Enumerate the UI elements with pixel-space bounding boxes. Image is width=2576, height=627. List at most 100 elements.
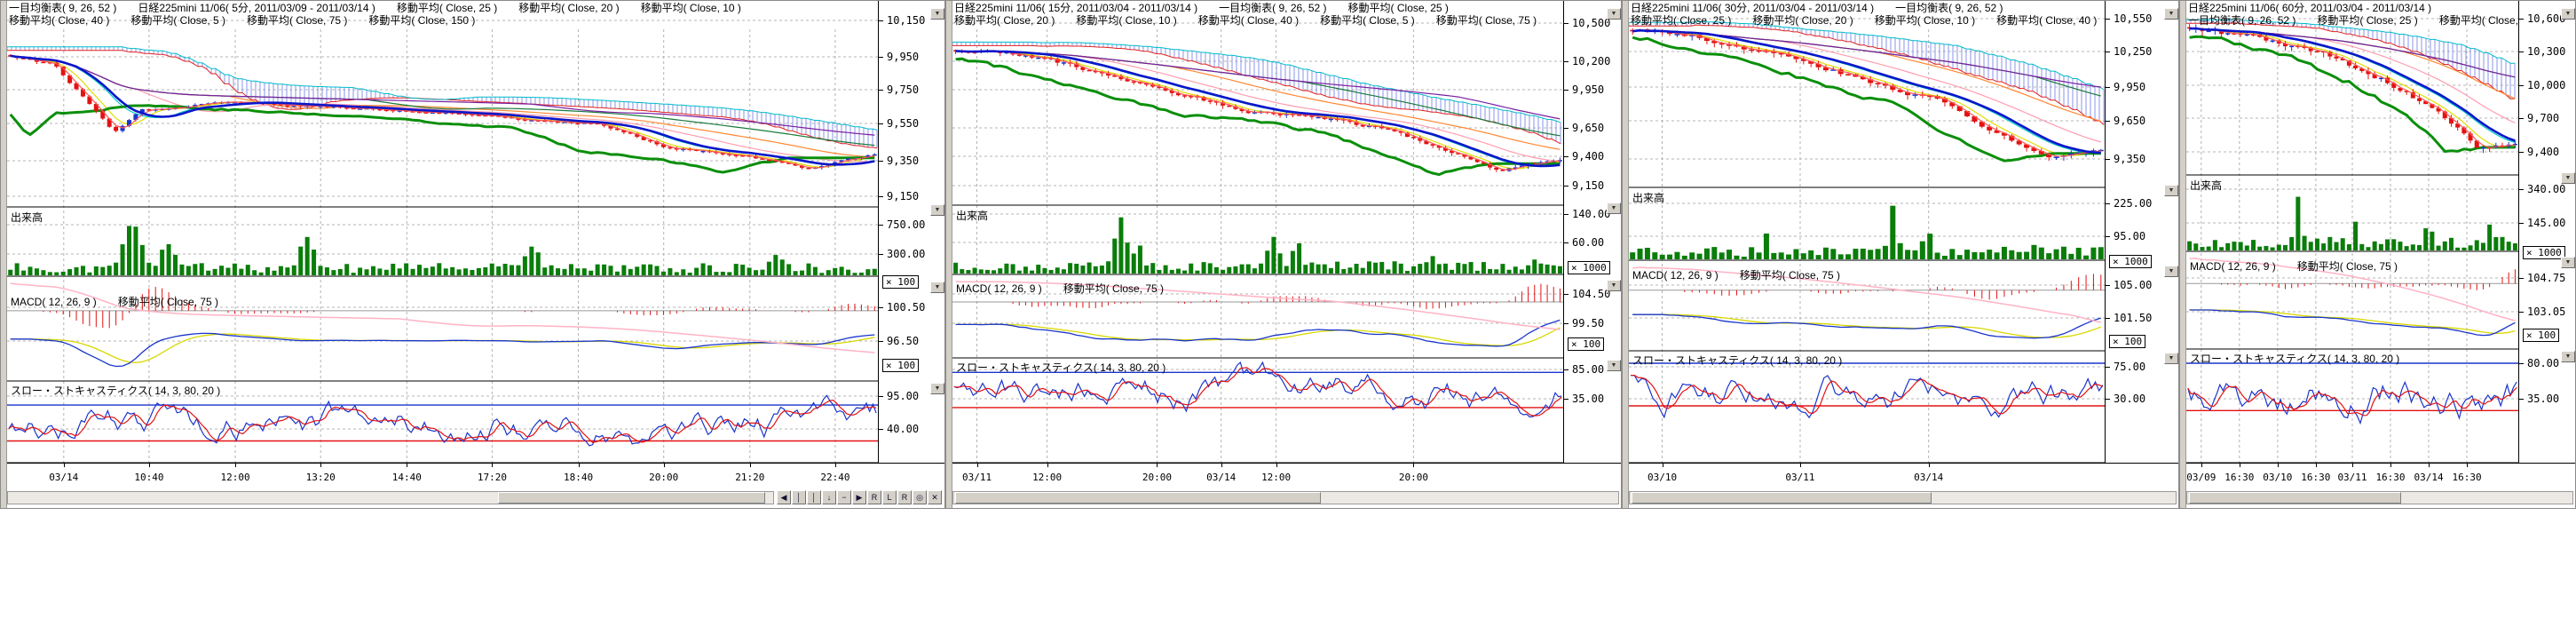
arrow-down-button[interactable]: ↓ <box>822 490 836 504</box>
chevron-down-icon: ▼ <box>2169 11 2175 17</box>
scrollbar-thumb[interactable] <box>955 492 1321 504</box>
pane-scale-dropdown-button[interactable]: ▼ <box>1607 360 1621 371</box>
pane-scale-dropdown-button[interactable]: ▼ <box>2164 185 2178 196</box>
chart-canvas <box>952 1 1563 463</box>
y-axis-tick-mark <box>2106 159 2110 160</box>
chart-legend-line2: 移動平均( Close, 25 ) 移動平均( Close, 20 ) 移動平均… <box>1631 14 2108 27</box>
time-axis-label: 03/11 <box>962 472 992 483</box>
y-axis-tick-label: 100.50 <box>887 301 925 314</box>
window-left-edge <box>1 1 7 508</box>
scrollbar-thumb[interactable] <box>1632 492 1932 504</box>
horizontal-scrollbar[interactable] <box>2186 491 2573 504</box>
time-axis-tick-mark <box>1221 464 1222 467</box>
y-axis-tick-label: 85.00 <box>1572 363 1604 376</box>
chart-legend-line2: 移動平均( Close, 40 ) 移動平均( Close, 5 ) 移動平均(… <box>9 14 881 27</box>
y-axis-tick-mark <box>2519 278 2524 279</box>
y-axis-tick-mark <box>879 123 883 124</box>
horizontal-scrollbar[interactable] <box>1629 491 2177 504</box>
time-axis-tick-mark <box>235 464 236 467</box>
time-axis-label: 16:30 <box>2301 472 2330 483</box>
pane-scale-dropdown-button[interactable]: ▼ <box>2561 257 2575 268</box>
chevron-down-icon: ▼ <box>1611 205 1617 211</box>
scrollbar-thumb[interactable] <box>498 492 766 504</box>
mode-r2-button[interactable]: R <box>897 490 912 504</box>
pan-right-button[interactable]: ▶ <box>852 490 866 504</box>
y-axis-tick-mark <box>2106 121 2110 122</box>
y-axis-tick-mark <box>2519 189 2524 190</box>
time-axis-label: 17:20 <box>478 472 507 483</box>
time-axis-tick-mark <box>2201 464 2202 467</box>
pane-scale-dropdown-button[interactable]: ▼ <box>930 383 944 394</box>
time-axis-tick-mark <box>2390 464 2391 467</box>
y-axis-tick-label: 101.50 <box>2114 312 2152 324</box>
chart-legend-line1: 日経225mini 11/06( 15分, 2011/03/04 - 2011/… <box>954 2 1581 14</box>
pane-scale-dropdown-button[interactable]: ▼ <box>2561 8 2575 20</box>
y-axis-tick-label: 10,300 <box>2527 45 2565 58</box>
pane-scale-dropdown-button[interactable]: ▼ <box>2164 8 2178 20</box>
pane-scale-dropdown-button[interactable]: ▼ <box>930 8 944 20</box>
pane-scale-dropdown-button[interactable]: ▼ <box>2164 353 2178 364</box>
pane-scale-dropdown-button[interactable]: ▼ <box>2561 351 2575 362</box>
window-left-edge <box>2180 1 2186 508</box>
y-axis-tick-label: 35.00 <box>1572 393 1604 405</box>
chart-legend: 日経225mini 11/06( 30分, 2011/03/04 - 2011/… <box>1631 2 2108 27</box>
y-axis-tick-mark <box>879 90 883 91</box>
pane-scale-dropdown-button[interactable]: ▼ <box>1607 280 1621 291</box>
y-axis-tick-label: 95.00 <box>2114 230 2145 242</box>
y-axis-tick-label: 9,650 <box>2114 115 2145 127</box>
macd-pane-label: MACD( 12, 26, 9 ) 移動平均( Close, 75 ) <box>2190 258 2398 274</box>
mode-l-button[interactable]: L <box>882 490 897 504</box>
y-axis: 10,50010,2009,9509,6509,4009,150140.0060… <box>1563 1 1622 463</box>
mode-r-button[interactable]: R <box>867 490 881 504</box>
chart-window-1: 一目均衡表( 9, 26, 52 ) 日経225mini 11/06( 5分, … <box>0 0 945 509</box>
y-axis-tick-label: 9,650 <box>1572 122 1604 134</box>
scrollbar-thumb[interactable] <box>2189 492 2401 504</box>
chart-window-4: 日経225mini 11/06( 60分, 2011/03/04 - 2011/… <box>2179 0 2576 509</box>
pane-scale-dropdown-button[interactable]: ▼ <box>930 204 944 216</box>
y-axis-tick-mark <box>2519 118 2524 119</box>
y-axis-tick-mark <box>879 225 883 226</box>
chart-legend: 一目均衡表( 9, 26, 52 ) 日経225mini 11/06( 5分, … <box>9 2 881 27</box>
time-axis-tick-mark <box>664 464 665 467</box>
macd-pane-label: MACD( 12, 26, 9 ) 移動平均( Close, 75 ) <box>956 281 1164 296</box>
pane-scale-dropdown-button[interactable]: ▼ <box>1607 202 1621 214</box>
desktop: { "icons": { "dropdown": "▼" }, "panels"… <box>0 0 2576 627</box>
y-axis-tick-mark <box>2519 363 2524 364</box>
macd-pane-label: MACD( 12, 26, 9 ) 移動平均( Close, 75 ) <box>11 294 218 309</box>
pane-scale-dropdown-button[interactable]: ▼ <box>1607 8 1621 20</box>
y-axis-tick-label: 10,250 <box>2114 45 2152 58</box>
bar-marker-button[interactable]: │ <box>792 490 806 504</box>
time-axis-tick-mark <box>2352 464 2353 467</box>
pane-scale-dropdown-button[interactable]: ▼ <box>2164 266 2178 277</box>
pan-left-button[interactable]: ◀ <box>777 490 791 504</box>
y-axis-tick-label: 140.00 <box>1572 208 1610 220</box>
y-axis-tick-label: 225.00 <box>2114 197 2152 210</box>
target-button[interactable]: ◎ <box>913 490 927 504</box>
y-axis-tick-label: 40.00 <box>887 423 919 435</box>
y-axis-tick-mark <box>1564 399 1569 400</box>
time-axis-tick-mark <box>1800 464 1801 467</box>
stoch-pane-label: スロー・ストキャスティクス( 14, 3, 80, 20 ) <box>11 383 220 398</box>
time-axis-tick-mark <box>835 464 836 467</box>
y-axis-tick-mark <box>1564 323 1569 324</box>
time-axis-label: 13:20 <box>306 472 336 483</box>
bar-marker-2-button[interactable]: │ <box>807 490 821 504</box>
close-button[interactable]: ✕ <box>928 490 942 504</box>
time-axis-label: 03/11 <box>1785 472 1814 483</box>
horizontal-scrollbar[interactable] <box>952 491 1619 504</box>
zoom-out-button[interactable]: − <box>837 490 851 504</box>
time-axis: 03/1410:4012:0013:2014:4017:2018:4020:00… <box>7 463 944 492</box>
pane-scale-dropdown-button[interactable]: ▼ <box>2561 172 2575 184</box>
pane-scale-dropdown-button[interactable]: ▼ <box>930 282 944 293</box>
y-axis-tick-mark <box>1564 186 1569 187</box>
y-axis-tick-label: 145.00 <box>2527 217 2565 229</box>
y-axis-tick-label: 9,700 <box>2527 112 2559 124</box>
y-axis: 10,1509,9509,7509,5509,3509,150750.00300… <box>878 1 945 463</box>
horizontal-scrollbar[interactable] <box>7 491 774 504</box>
y-axis-tick-mark <box>879 196 883 197</box>
time-axis-label: 20:00 <box>1142 472 1172 483</box>
time-axis-label: 14:40 <box>392 472 422 483</box>
y-axis-tick-label: 9,150 <box>887 190 919 202</box>
macd-scale-multiplier-badge: × 100 <box>2523 329 2559 342</box>
time-axis-tick-mark <box>2467 464 2468 467</box>
